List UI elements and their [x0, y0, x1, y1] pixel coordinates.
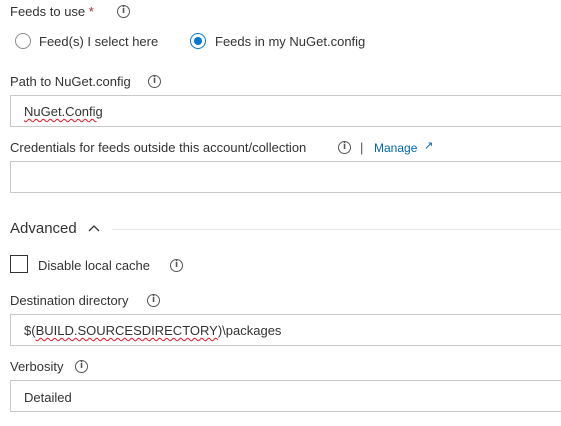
required-marker: * [88, 4, 94, 19]
manage-link[interactable]: Manage [374, 141, 417, 155]
credentials-label: Credentials for feeds outside this accou… [10, 140, 307, 155]
destination-label: Destination directory [10, 293, 129, 308]
info-icon[interactable]: i [170, 259, 183, 272]
path-label: Path to NuGet.config [10, 74, 131, 89]
info-icon[interactable]: i [75, 360, 88, 373]
verbosity-select[interactable]: Detailed [10, 380, 561, 412]
info-icon[interactable]: i [117, 5, 130, 18]
advanced-toggle[interactable]: Advanced [10, 220, 110, 240]
path-input-value: NuGet.Config [24, 104, 103, 119]
radio-unchecked-icon[interactable] [15, 33, 31, 49]
separator: | [360, 140, 364, 155]
info-icon[interactable]: i [148, 75, 161, 88]
feeds-label-text: Feeds to use [10, 4, 86, 19]
radio-feeds-select-label: Feed(s) I select here [39, 34, 159, 49]
advanced-label: Advanced [10, 220, 77, 237]
chevron-up-icon[interactable] [88, 224, 100, 232]
disable-cache-label: Disable local cache [38, 258, 151, 273]
info-icon[interactable]: i [147, 294, 160, 307]
radio-checked-icon[interactable] [190, 33, 206, 49]
destination-input-value: $(BUILD.SOURCESDIRECTORY)\packages [24, 323, 281, 338]
radio-feeds-nuget-label: Feeds in my NuGet.config [215, 34, 366, 49]
verbosity-select-value: Detailed [24, 390, 72, 405]
radio-feeds-select[interactable]: Feed(s) I select here [15, 33, 185, 51]
external-link-icon[interactable]: ↗ [424, 139, 433, 152]
verbosity-label: Verbosity [10, 359, 64, 374]
disable-cache-checkbox[interactable] [10, 255, 28, 273]
destination-value-variable: BUILD.SOURCESDIRECTORY [35, 323, 218, 338]
info-icon[interactable]: i [338, 141, 351, 154]
feeds-label: Feeds to use * [10, 4, 94, 19]
credentials-select[interactable] [10, 161, 561, 193]
destination-value-suffix: )\packages [217, 323, 282, 338]
radio-feeds-nuget[interactable]: Feeds in my NuGet.config [190, 33, 390, 51]
destination-input[interactable]: $(BUILD.SOURCESDIRECTORY)\packages [10, 314, 561, 346]
section-divider [112, 229, 561, 230]
path-input[interactable]: NuGet.Config [10, 95, 561, 127]
destination-value-prefix: $( [24, 323, 36, 338]
